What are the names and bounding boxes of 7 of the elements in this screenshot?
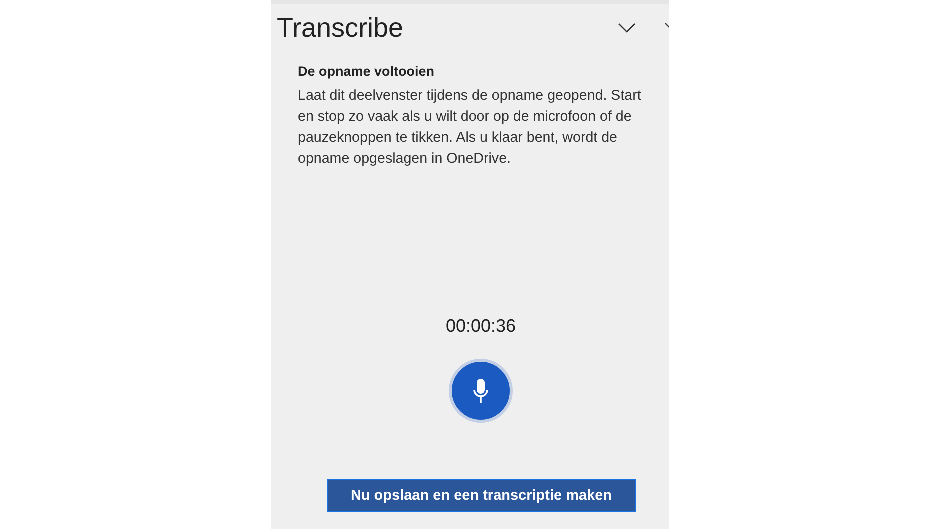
description-text: Laat dit deelvenster tijdens de opname geopend. Start en stop zo vaak als u wilt door op de microfoon of de pauzeknoppen te tikken. Als u klaar bent, wordt de opname opgeslagen in OneDrive. bbox=[298, 87, 642, 169]
chevron-down-icon[interactable] bbox=[618, 23, 636, 33]
microphone-icon bbox=[473, 378, 489, 404]
section-heading: De opname voltooien bbox=[298, 64, 436, 79]
pane-title: Transcribe bbox=[277, 12, 405, 44]
elapsed-time: 00:00:36 bbox=[446, 316, 516, 337]
save-transcribe-button[interactable]: Nu opslaan en een transcriptie maken bbox=[327, 479, 636, 512]
